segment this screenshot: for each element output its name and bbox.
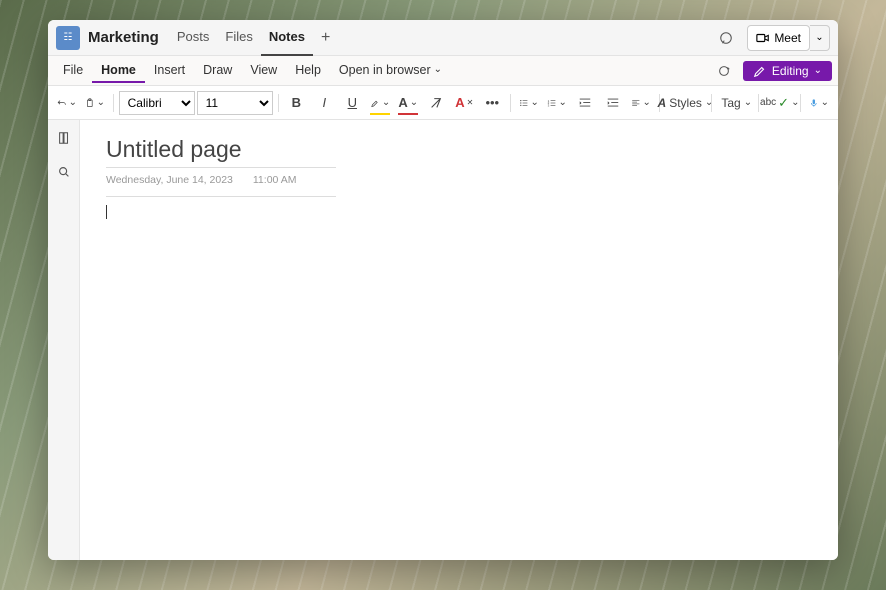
clipboard-button[interactable]: ⌄ bbox=[82, 90, 108, 116]
search-icon[interactable] bbox=[52, 160, 76, 184]
page-title-input[interactable]: Untitled page bbox=[106, 132, 336, 168]
font-size-select[interactable]: 11 bbox=[197, 91, 273, 115]
menu-view[interactable]: View bbox=[241, 59, 286, 83]
menu-help[interactable]: Help bbox=[286, 59, 330, 83]
decrease-indent-button[interactable] bbox=[572, 90, 598, 116]
editing-mode-button[interactable]: Editing ⌄ bbox=[743, 61, 832, 81]
nav-pages-icon[interactable] bbox=[52, 126, 76, 150]
editing-label: Editing bbox=[772, 64, 809, 78]
tab-files[interactable]: Files bbox=[217, 20, 260, 56]
team-name: Marketing bbox=[88, 29, 159, 46]
menu-insert[interactable]: Insert bbox=[145, 59, 194, 83]
menu-home[interactable]: Home bbox=[92, 59, 145, 83]
styles-button[interactable]: AStyles⌄ bbox=[665, 90, 707, 116]
chat-icon[interactable] bbox=[713, 25, 739, 51]
clear-formatting-button[interactable] bbox=[423, 90, 449, 116]
menu-draw[interactable]: Draw bbox=[194, 59, 241, 83]
menubar: File Home Insert Draw View Help Open in … bbox=[48, 56, 838, 86]
meet-label: Meet bbox=[774, 31, 801, 45]
left-rail bbox=[48, 120, 80, 560]
menu-open-in-browser[interactable]: Open in browser⌄ bbox=[330, 59, 451, 83]
undo-button[interactable]: ⌄ bbox=[54, 90, 80, 116]
toolbar: ⌄ ⌄ Calibri 11 B I U ⌄ A⌄ A✕ ••• ⌄ 123⌄ … bbox=[48, 86, 838, 120]
titlebar: ☷ Marketing Posts Files Notes + Meet ⌄ bbox=[48, 20, 838, 56]
spellcheck-button[interactable]: abc✓⌄ bbox=[764, 90, 795, 116]
team-avatar-icon: ☷ bbox=[56, 26, 80, 50]
page-meta: Wednesday, June 14, 2023 11:00 AM bbox=[106, 168, 336, 197]
text-cursor bbox=[106, 205, 107, 219]
highlight-button[interactable]: ⌄ bbox=[367, 90, 393, 116]
menu-file[interactable]: File bbox=[54, 59, 92, 83]
font-color-button[interactable]: A⌄ bbox=[395, 90, 421, 116]
app-window: ☷ Marketing Posts Files Notes + Meet ⌄ F… bbox=[48, 20, 838, 560]
meet-dropdown[interactable]: ⌄ bbox=[810, 25, 830, 51]
bold-button[interactable]: B bbox=[283, 90, 309, 116]
meet-button[interactable]: Meet bbox=[747, 25, 810, 51]
italic-button[interactable]: I bbox=[311, 90, 337, 116]
tag-button[interactable]: Tag⌄ bbox=[717, 90, 754, 116]
page-date: Wednesday, June 14, 2023 bbox=[106, 174, 233, 186]
note-page[interactable]: Untitled page Wednesday, June 14, 2023 1… bbox=[80, 120, 838, 560]
svg-text:3: 3 bbox=[548, 103, 550, 107]
tab-posts[interactable]: Posts bbox=[169, 20, 218, 56]
page-time: 11:00 AM bbox=[253, 174, 297, 186]
bullet-list-button[interactable]: ⌄ bbox=[516, 90, 542, 116]
increase-indent-button[interactable] bbox=[600, 90, 626, 116]
underline-button[interactable]: U bbox=[339, 90, 365, 116]
align-button[interactable]: ⌄ bbox=[628, 90, 654, 116]
numbered-list-button[interactable]: 123⌄ bbox=[544, 90, 570, 116]
dictate-button[interactable]: ⌄ bbox=[806, 90, 832, 116]
font-family-select[interactable]: Calibri bbox=[119, 91, 195, 115]
share-icon[interactable] bbox=[711, 58, 737, 84]
tab-notes[interactable]: Notes bbox=[261, 20, 313, 56]
content-area: Untitled page Wednesday, June 14, 2023 1… bbox=[48, 120, 838, 560]
format-painter-button[interactable]: A✕ bbox=[451, 90, 477, 116]
more-formatting-button[interactable]: ••• bbox=[479, 90, 505, 116]
add-tab-button[interactable]: + bbox=[313, 29, 338, 47]
